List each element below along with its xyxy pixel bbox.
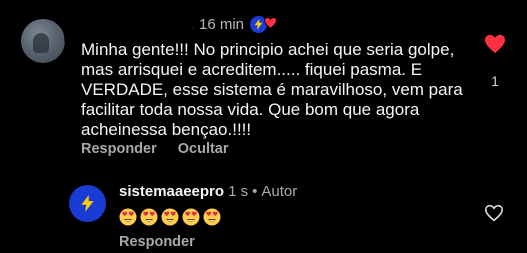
- heart-eyes-emoji: [203, 208, 221, 226]
- comment-timestamp: 16 min: [199, 15, 245, 33]
- lightning-icon: [81, 195, 94, 212]
- commenter-avatar[interactable]: [21, 19, 65, 63]
- comment-actions: Responder Ocultar: [81, 141, 229, 157]
- author-liked-badge: [250, 15, 277, 33]
- heart-eyes-emoji: [182, 208, 200, 226]
- author-tag: Autor: [261, 183, 298, 200]
- comment-like: 1: [480, 34, 510, 89]
- heart-eyes-emoji: [140, 208, 158, 226]
- reply-avatar[interactable]: [69, 185, 106, 222]
- comment-text: Minha gente!!! No principio achei que se…: [81, 40, 468, 139]
- heart-eyes-emoji: [161, 208, 179, 226]
- redaction-mark: [63, 4, 195, 42]
- heart-icon: [264, 16, 277, 33]
- like-button[interactable]: [484, 34, 506, 59]
- reply-emojis: [119, 208, 221, 226]
- reply-username[interactable]: sistemaaeepro: [119, 183, 224, 200]
- hide-button[interactable]: Ocultar: [178, 141, 229, 157]
- heart-filled-icon: [485, 34, 505, 54]
- reply-timestamp: 1 s: [228, 183, 249, 200]
- reply-button[interactable]: Responder: [81, 141, 157, 157]
- heart-eyes-emoji: [119, 208, 137, 226]
- reply-header: sistemaaeepro 1 s • Autor: [119, 183, 297, 200]
- heart-outline-icon: [484, 204, 504, 222]
- reply-like-button[interactable]: [484, 204, 504, 227]
- like-count: 1: [491, 73, 499, 89]
- meta-separator: •: [252, 183, 258, 200]
- reply-reply-button[interactable]: Responder: [119, 234, 195, 250]
